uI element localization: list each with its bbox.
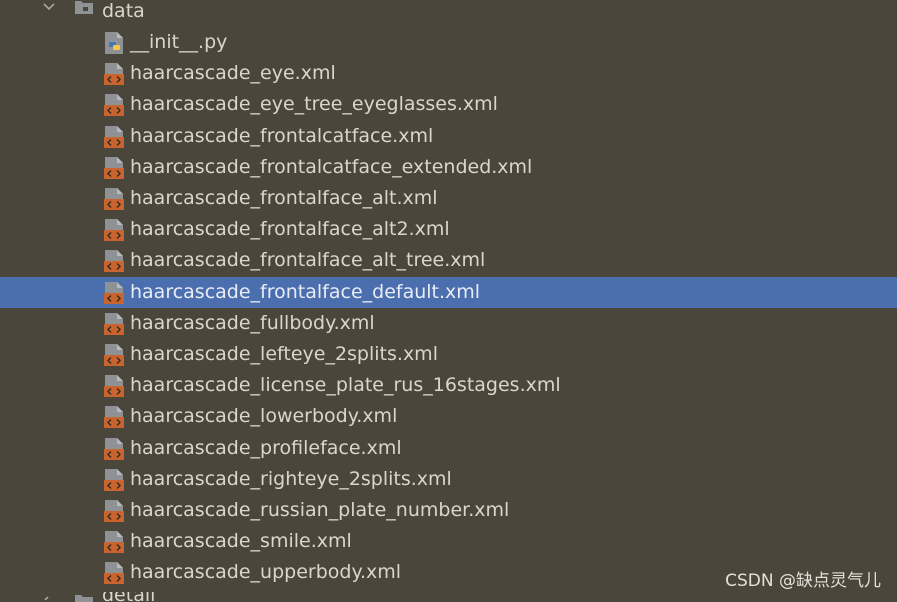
folder-label: detail [102, 592, 155, 602]
xml-file-icon [104, 375, 124, 397]
file-label: haarcascade_frontalface_alt_tree.xml [130, 249, 486, 271]
tree-file-row[interactable]: haarcascade_profileface.xml [0, 433, 897, 464]
xml-file-icon [104, 313, 124, 335]
file-label: haarcascade_eye.xml [130, 62, 336, 84]
file-label: haarcascade_license_plate_rus_16stages.x… [130, 374, 561, 396]
tree-file-row[interactable]: haarcascade_smile.xml [0, 526, 897, 557]
watermark: CSDN @缺点灵气儿 [725, 571, 881, 591]
chevron-down-icon[interactable] [42, 0, 56, 13]
xml-file-icon [104, 531, 124, 553]
tree-file-row[interactable]: haarcascade_lowerbody.xml [0, 401, 897, 432]
python-file-icon [105, 32, 123, 54]
file-label: __init__.py [130, 31, 228, 53]
folder-label: data [102, 0, 145, 22]
tree-folder-data[interactable]: data [0, 0, 897, 27]
file-label: haarcascade_frontalcatface_extended.xml [130, 156, 533, 178]
xml-file-icon [104, 94, 124, 116]
tree-file-row[interactable]: haarcascade_frontalface_alt.xml [0, 183, 897, 214]
file-label: haarcascade_upperbody.xml [130, 561, 402, 583]
file-label: haarcascade_fullbody.xml [130, 312, 375, 334]
file-label: haarcascade_lowerbody.xml [130, 405, 398, 427]
tree-file-row[interactable]: haarcascade_righteye_2splits.xml [0, 464, 897, 495]
folder-icon [75, 595, 93, 602]
tree-file-row[interactable]: haarcascade_frontalcatface_extended.xml [0, 152, 897, 183]
xml-file-icon [104, 344, 124, 366]
tree-file-row[interactable]: haarcascade_eye_tree_eyeglasses.xml [0, 89, 897, 120]
chevron-right-icon[interactable] [42, 592, 54, 600]
file-label: haarcascade_righteye_2splits.xml [130, 468, 452, 490]
file-label: haarcascade_lefteye_2splits.xml [130, 343, 438, 365]
file-label: haarcascade_frontalcatface.xml [130, 125, 434, 147]
xml-file-icon [104, 406, 124, 428]
xml-file-icon [104, 282, 124, 304]
file-label: haarcascade_russian_plate_number.xml [130, 499, 510, 521]
folder-icon [75, 1, 93, 14]
tree-file-row[interactable]: haarcascade_russian_plate_number.xml [0, 495, 897, 526]
file-label: haarcascade_profileface.xml [130, 437, 402, 459]
xml-file-icon [104, 157, 124, 179]
tree-folder-detail[interactable]: detail [0, 592, 897, 602]
file-label: haarcascade_frontalface_default.xml [130, 281, 481, 303]
tree-file-row[interactable]: haarcascade_frontalface_alt_tree.xml [0, 245, 897, 276]
file-label: haarcascade_smile.xml [130, 530, 352, 552]
xml-file-icon [104, 188, 124, 210]
tree-file-row[interactable]: haarcascade_fullbody.xml [0, 308, 897, 339]
tree-file-row[interactable]: haarcascade_eye.xml [0, 58, 897, 89]
tree-file-row[interactable]: haarcascade_license_plate_rus_16stages.x… [0, 370, 897, 401]
xml-file-icon [104, 438, 124, 460]
xml-file-icon [104, 500, 124, 522]
xml-file-icon [104, 250, 124, 272]
tree-file-row[interactable]: haarcascade_frontalface_default.xml [0, 277, 897, 308]
tree-file-row[interactable]: haarcascade_frontalface_alt2.xml [0, 214, 897, 245]
tree-file-row[interactable]: haarcascade_frontalcatface.xml [0, 121, 897, 152]
tree-file-row[interactable]: haarcascade_lefteye_2splits.xml [0, 339, 897, 370]
xml-file-icon [104, 562, 124, 584]
xml-file-icon [104, 469, 124, 491]
xml-file-icon [104, 63, 124, 85]
tree-file-row[interactable]: __init__.py [0, 27, 897, 58]
xml-file-icon [104, 126, 124, 148]
file-label: haarcascade_frontalface_alt.xml [130, 187, 438, 209]
xml-file-icon [104, 219, 124, 241]
file-label: haarcascade_frontalface_alt2.xml [130, 218, 450, 240]
file-label: haarcascade_eye_tree_eyeglasses.xml [130, 93, 498, 115]
